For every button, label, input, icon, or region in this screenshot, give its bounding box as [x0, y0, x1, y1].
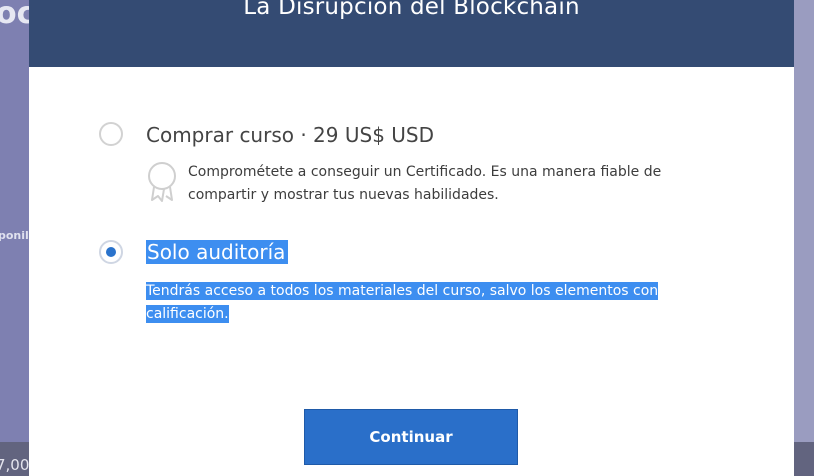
option-label-audit-only[interactable]: Solo auditoría — [146, 240, 289, 264]
enroll-modal: La Disrupción del Blockchain Comprar cur… — [29, 0, 794, 476]
radio-buy-course[interactable] — [99, 122, 123, 146]
background-side-text: ponil — [0, 229, 29, 242]
modal-title: La Disrupción del Blockchain — [243, 0, 580, 20]
continue-button[interactable]: Continuar — [304, 409, 518, 465]
option-label-buy-course[interactable]: Comprar curso · 29 US$ USD — [146, 123, 434, 147]
option-description-buy-course: Comprométete a conseguir un Certificado.… — [188, 164, 662, 203]
modal-header: La Disrupción del Blockchain — [29, 0, 794, 67]
certificate-icon — [148, 162, 176, 202]
option-description-audit-only: Tendrás acceso a todos los materiales de… — [146, 280, 706, 326]
background-bottom-text: 7,00 — [0, 456, 30, 474]
audit-description-text: Tendrás acceso a todos los materiales de… — [146, 282, 659, 323]
radio-audit-only[interactable] — [99, 240, 123, 264]
background-right-strip — [794, 0, 814, 442]
